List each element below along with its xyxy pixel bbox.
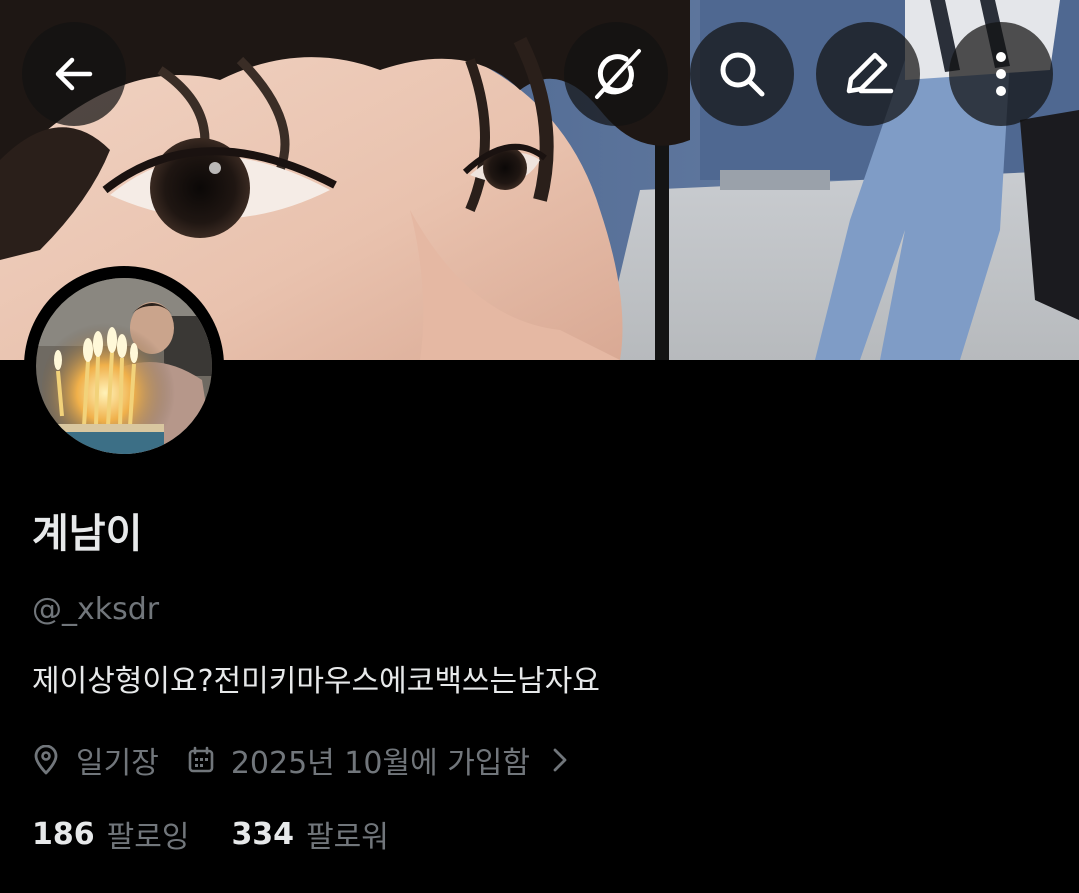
following-link[interactable]: 186 팔로잉 bbox=[32, 812, 189, 856]
profile-location: 일기장 bbox=[76, 746, 159, 781]
profile-bio: 제이상형이요?전미키마우스에코백쓰는남자요 bbox=[32, 664, 600, 699]
grok-icon bbox=[595, 49, 641, 99]
edit-pencil-icon bbox=[846, 52, 894, 94]
grok-button[interactable] bbox=[564, 22, 668, 126]
following-count: 186 bbox=[32, 816, 95, 852]
more-options-button[interactable] bbox=[949, 22, 1053, 126]
profile-meta-row: 일기장 2025년 10월에 가입함 bbox=[32, 738, 568, 782]
search-icon bbox=[720, 52, 765, 97]
profile-join-date: 2025년 10월에 가입함 bbox=[230, 746, 531, 781]
location-pin-icon bbox=[32, 745, 60, 775]
followers-link[interactable]: 334 팔로워 bbox=[231, 812, 388, 856]
back-button[interactable] bbox=[22, 22, 126, 126]
profile-handle: @_xksdr bbox=[32, 592, 160, 627]
following-label: 팔로잉 bbox=[106, 820, 190, 855]
edit-profile-button[interactable] bbox=[816, 22, 920, 126]
profile-avatar[interactable] bbox=[24, 266, 224, 466]
chevron-right-icon[interactable] bbox=[552, 747, 568, 773]
more-vertical-icon bbox=[996, 52, 1006, 96]
arrow-left-icon bbox=[55, 57, 93, 91]
search-button[interactable] bbox=[690, 22, 794, 126]
avatar-image bbox=[36, 278, 212, 454]
followers-label: 팔로워 bbox=[306, 820, 389, 855]
profile-display-name: 계남이 bbox=[32, 511, 143, 557]
calendar-icon bbox=[187, 746, 215, 774]
follow-stats: 186 팔로잉 334 팔로워 bbox=[32, 812, 389, 856]
followers-count: 334 bbox=[231, 816, 295, 852]
